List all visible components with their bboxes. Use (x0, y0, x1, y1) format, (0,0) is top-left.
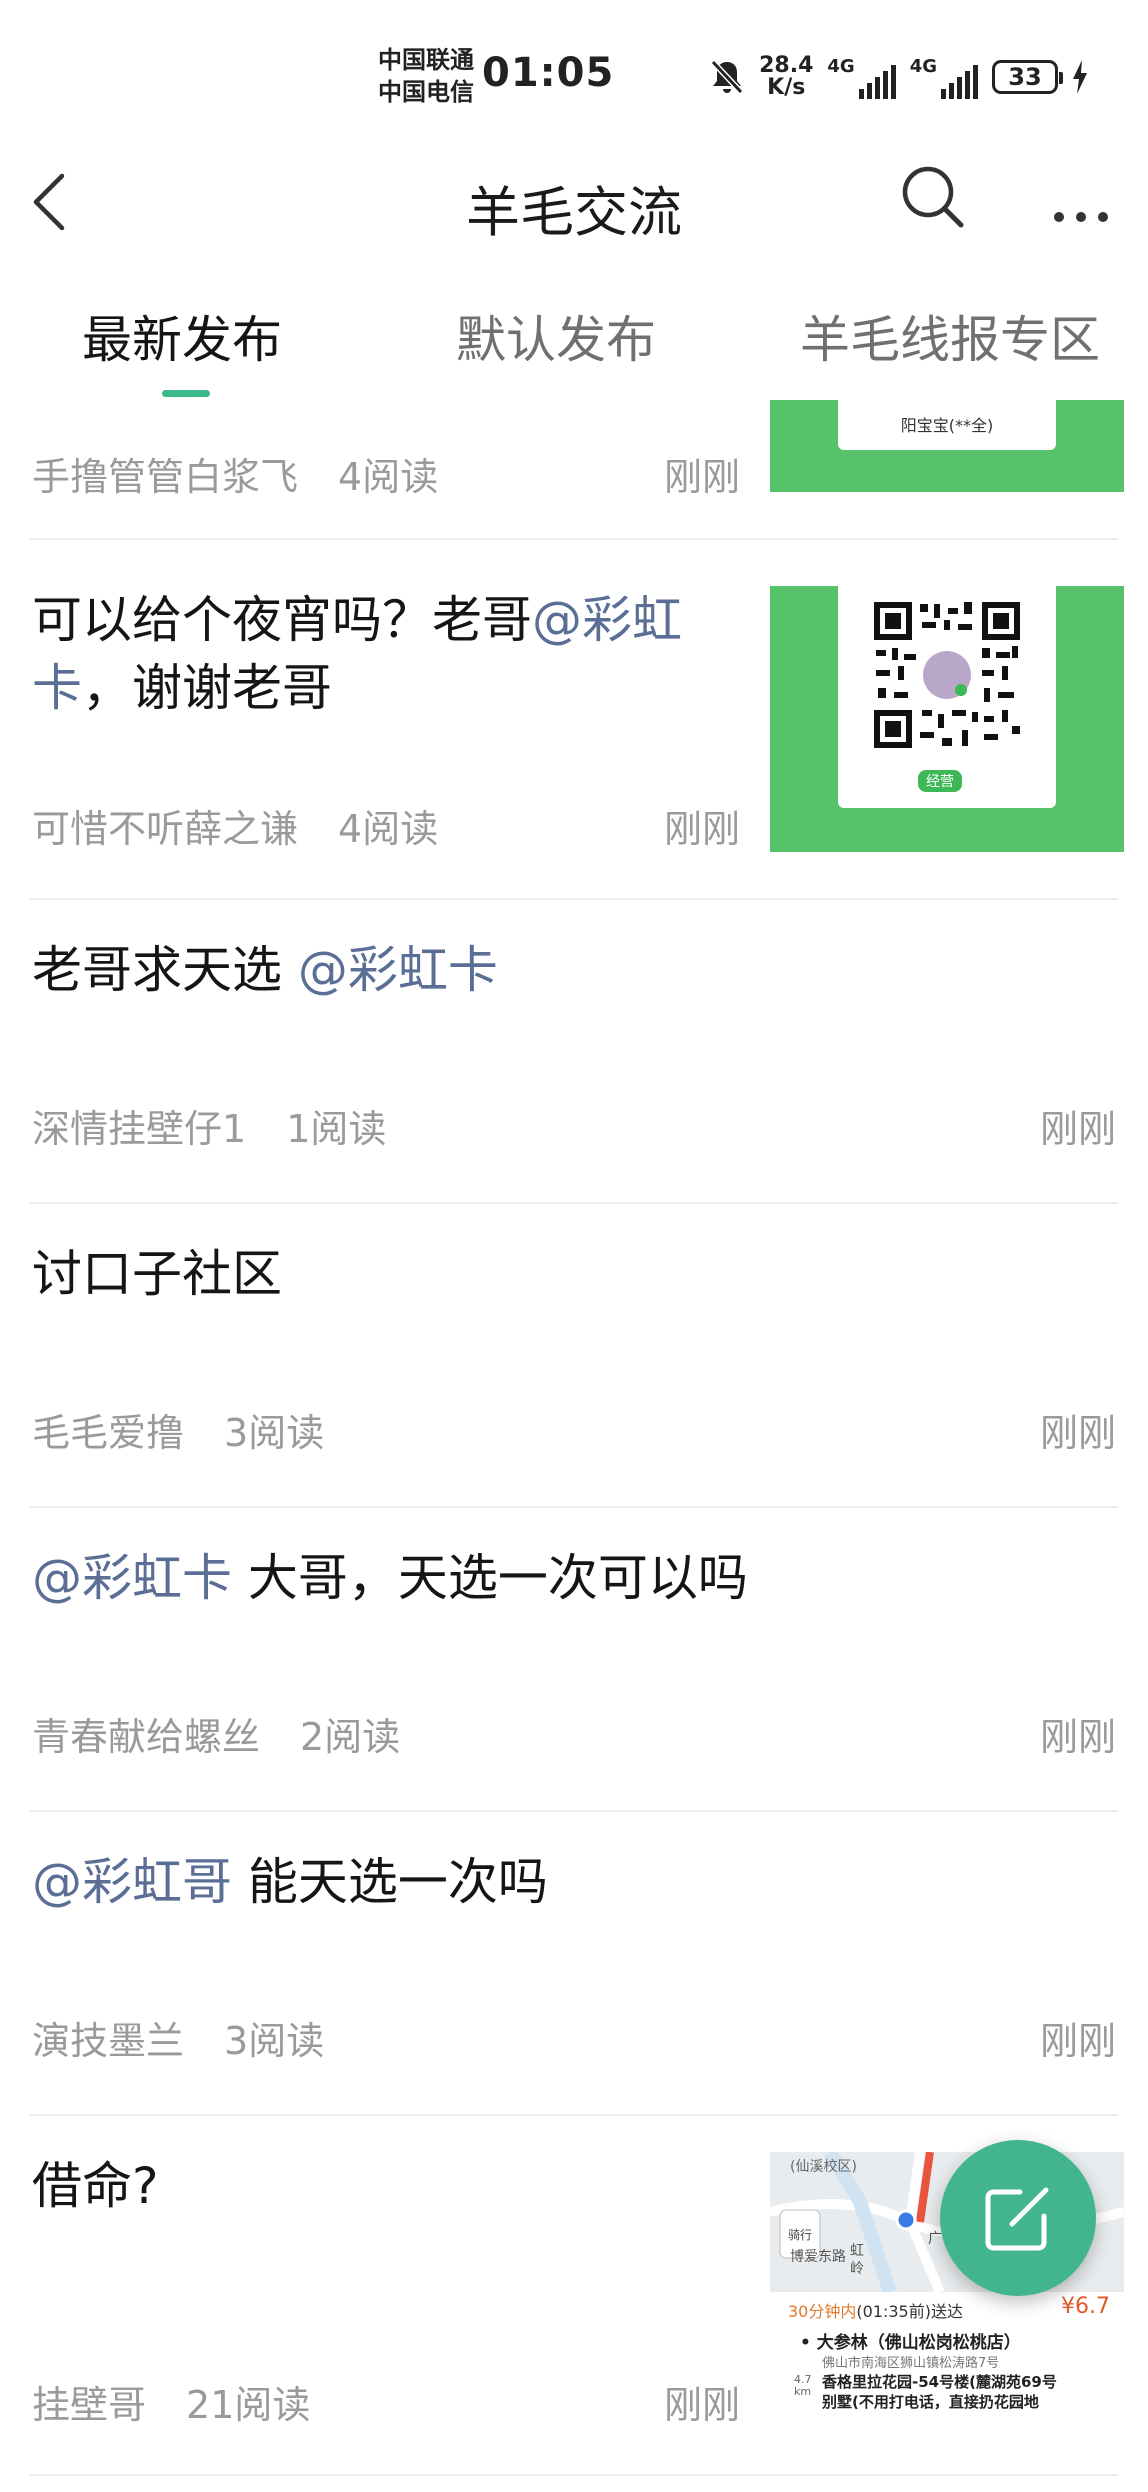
post-thumbnail[interactable]: 阳宝宝(**全) (770, 400, 1124, 492)
map-road: 博爱东路 (790, 2249, 846, 2265)
post-time: 刚刚 (664, 455, 741, 499)
signal-1-icon: 4G (827, 56, 896, 99)
map-place-a: 虹 (850, 2243, 864, 2259)
post-title: 可以给个夜宵吗？老哥@彩虹卡，谢谢老哥 (32, 591, 682, 717)
post-author: 手撸管管白浆飞 (32, 455, 299, 499)
post-author: 毛毛爱撸 (32, 1411, 185, 1455)
post-time: 刚刚 (664, 2383, 741, 2427)
divider (30, 2474, 1118, 2476)
post-title: @彩虹卡 大哥，天选一次可以吗 (32, 1549, 748, 1607)
clock: 01:05 (482, 50, 615, 96)
post-author: 演技墨兰 (32, 2019, 185, 2063)
map-distance: 4.7 km (794, 2373, 812, 2398)
post-title: 老哥求天选 @彩虹卡 (32, 941, 498, 999)
map-campus: (仙溪校区) (790, 2159, 857, 2175)
page-title: 羊毛交流 (466, 181, 682, 244)
post-meta: 深情挂壁仔1 1阅读 (32, 1098, 386, 1153)
post-meta: 可惜不听薛之谦 4阅读 (32, 798, 438, 853)
charging-icon (1073, 60, 1087, 94)
status-bar: 中国联通 中国电信 01:05 28.4 K/s 4G 4G 33 (0, 0, 1148, 150)
post-item[interactable]: @彩虹卡 大哥，天选一次可以吗 青春献给螺丝 2阅读 刚刚 (0, 1508, 1148, 1812)
post-reads: 4阅读 (338, 455, 439, 499)
map-destination: 香格里拉花园-54号楼(麓湖苑69号 别墅(不用打电话，直接扔花园地 (822, 2373, 1057, 2411)
search-icon[interactable] (898, 162, 968, 232)
tab-latest[interactable]: 最新发布 (82, 300, 282, 372)
post-author: 挂壁哥 (32, 2383, 147, 2427)
post-reads: 3阅读 (224, 2019, 325, 2063)
post-thumbnail[interactable]: 经营 (770, 586, 1124, 852)
post-title: 借命? (32, 2157, 159, 2215)
post-item[interactable]: 老哥求天选 @彩虹卡 深情挂壁仔1 1阅读 刚刚 (0, 900, 1148, 1204)
post-author: 青春献给螺丝 (32, 1715, 261, 1759)
post-meta: 毛毛爱撸 3阅读 (32, 1402, 324, 1457)
map-delivery: 30分钟内(01:35前)送达 (788, 2302, 963, 2321)
post-time: 刚刚 (1039, 2019, 1116, 2063)
post-item[interactable]: 可以给个夜宵吗？老哥@彩虹卡，谢谢老哥 可惜不听薛之谦 4阅读 刚刚 经营 (0, 540, 1148, 900)
post-title: @彩虹哥 能天选一次吗 (32, 1853, 548, 1911)
post-author: 可惜不听薛之谦 (32, 807, 299, 851)
mention-link[interactable]: @彩虹哥 (32, 1853, 232, 1911)
post-title: 讨口子社区 (32, 1245, 282, 1303)
map-price: ¥6.7 (1061, 2294, 1110, 2319)
tab-indicator (162, 390, 210, 397)
post-time: 刚刚 (664, 807, 741, 851)
post-time: 刚刚 (1039, 1715, 1116, 1759)
post-time: 刚刚 (1039, 1107, 1116, 1151)
battery-icon: 33 (992, 60, 1063, 94)
post-author: 深情挂壁仔1 (32, 1107, 247, 1151)
post-reads: 2阅读 (300, 1715, 401, 1759)
mention-link[interactable]: @彩虹卡 (298, 941, 498, 999)
map-place-b: 岭 (850, 2261, 864, 2277)
thumb-badge: 经营 (918, 770, 962, 792)
post-reads: 3阅读 (224, 1411, 325, 1455)
tab-bar: 最新发布 默认发布 羊毛线报专区 (0, 290, 1148, 400)
post-meta: 挂壁哥 21阅读 (32, 2374, 310, 2429)
qr-code-icon (872, 600, 1022, 750)
carrier-2: 中国电信 (378, 78, 474, 106)
status-icons: 28.4 K/s 4G 4G 33 (709, 52, 1088, 102)
tab-deals[interactable]: 羊毛线报专区 (800, 300, 1100, 372)
map-shop: • 大参林（佛山松岗松桃店） (800, 2333, 1021, 2353)
more-icon[interactable] (1050, 170, 1112, 230)
carrier-labels: 中国联通 中国电信 (378, 44, 474, 108)
post-reads: 1阅读 (286, 1107, 387, 1151)
mute-bell-icon (710, 59, 744, 95)
post-reads: 4阅读 (338, 807, 439, 851)
thumb-caption: 阳宝宝(**全) (900, 416, 994, 435)
post-meta: 青春献给螺丝 2阅读 (32, 1706, 400, 1761)
map-shop-address: 佛山市南海区狮山镇松涛路7号 (822, 2356, 1000, 2371)
compose-button[interactable] (940, 2140, 1096, 2296)
post-reads: 21阅读 (186, 2383, 311, 2427)
post-item[interactable]: @彩虹哥 能天选一次吗 演技墨兰 3阅读 刚刚 (0, 1812, 1148, 2116)
edit-icon (985, 2187, 1049, 2251)
nav-bar: 羊毛交流 (0, 150, 1148, 260)
post-time: 刚刚 (1039, 1411, 1116, 1455)
mention-link[interactable]: @彩虹卡 (32, 1549, 232, 1607)
post-meta: 演技墨兰 3阅读 (32, 2010, 324, 2065)
post-item[interactable]: 讨口子社区 毛毛爱撸 3阅读 刚刚 (0, 1204, 1148, 1508)
map-place-c: 广 (928, 2231, 942, 2247)
net-speed: 28.4 K/s (759, 53, 814, 100)
tab-default[interactable]: 默认发布 (456, 300, 656, 372)
map-ride-label: 骑行 (788, 2228, 813, 2242)
post-meta: 手撸管管白浆飞 4阅读 (32, 446, 438, 501)
signal-2-icon: 4G (910, 56, 978, 99)
post-item[interactable]: 手撸管管白浆飞 4阅读 刚刚 阳宝宝(**全) (0, 400, 1148, 540)
carrier-1: 中国联通 (378, 46, 474, 74)
